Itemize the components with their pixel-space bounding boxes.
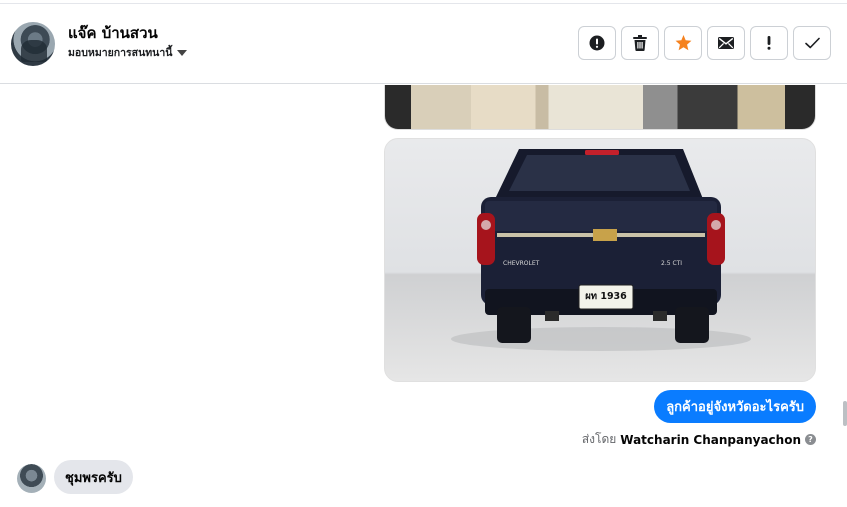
- car-rear-photo[interactable]: CHEVROLET 2.5 CTI ผท 1936: [384, 138, 816, 382]
- sent-by-info: ส่งโดย Watcharin Chanpanyachon ?: [582, 430, 816, 449]
- check-icon: [804, 37, 820, 49]
- contact-name[interactable]: แจ๊ค บ้านสวน: [68, 21, 158, 45]
- trash-icon: [633, 35, 647, 51]
- scrollbar-thumb[interactable]: [843, 401, 847, 426]
- exclamation-icon: [767, 36, 771, 50]
- header-actions: [578, 26, 831, 60]
- contact-avatar-small[interactable]: [17, 464, 46, 493]
- incoming-message[interactable]: ชุมพรครับ: [54, 460, 133, 494]
- help-icon[interactable]: ?: [805, 434, 816, 445]
- mark-unread-button[interactable]: [707, 26, 745, 60]
- caret-down-icon: [177, 50, 188, 56]
- star-icon: [675, 35, 691, 51]
- model-badge: 2.5 CTI: [661, 260, 682, 267]
- contact-avatar[interactable]: [11, 22, 55, 66]
- star-button[interactable]: [664, 26, 702, 60]
- delete-button[interactable]: [621, 26, 659, 60]
- conversation-header: แจ๊ค บ้านสวน มอบหมายการสนทนานี้: [0, 4, 847, 84]
- mark-done-button[interactable]: [793, 26, 831, 60]
- alert-circle-icon: [589, 35, 605, 51]
- brand-badge: CHEVROLET: [503, 260, 540, 267]
- pickup-truck-illustration: CHEVROLET 2.5 CTI ผท 1936: [451, 149, 751, 351]
- follow-up-button[interactable]: [750, 26, 788, 60]
- mark-spam-button[interactable]: [578, 26, 616, 60]
- sender-name: Watcharin Chanpanyachon: [620, 432, 801, 447]
- car-interior-photo[interactable]: [384, 85, 816, 130]
- assign-label: มอบหมายการสนทนานี้: [68, 47, 173, 59]
- outgoing-message[interactable]: ลูกค้าอยู่จังหวัดอะไรครับ: [654, 390, 816, 423]
- conversation-window: แจ๊ค บ้านสวน มอบหมายการสนทนานี้ CHEVROLE…: [0, 0, 847, 507]
- assign-conversation-dropdown[interactable]: มอบหมายการสนทนานี้: [68, 44, 188, 61]
- sent-by-prefix: ส่งโดย: [581, 432, 617, 446]
- message-thread[interactable]: CHEVROLET 2.5 CTI ผท 1936 ลูกค้าอยู่จังห…: [0, 85, 847, 507]
- envelope-icon: [718, 37, 734, 49]
- license-plate: ผท 1936: [585, 291, 627, 302]
